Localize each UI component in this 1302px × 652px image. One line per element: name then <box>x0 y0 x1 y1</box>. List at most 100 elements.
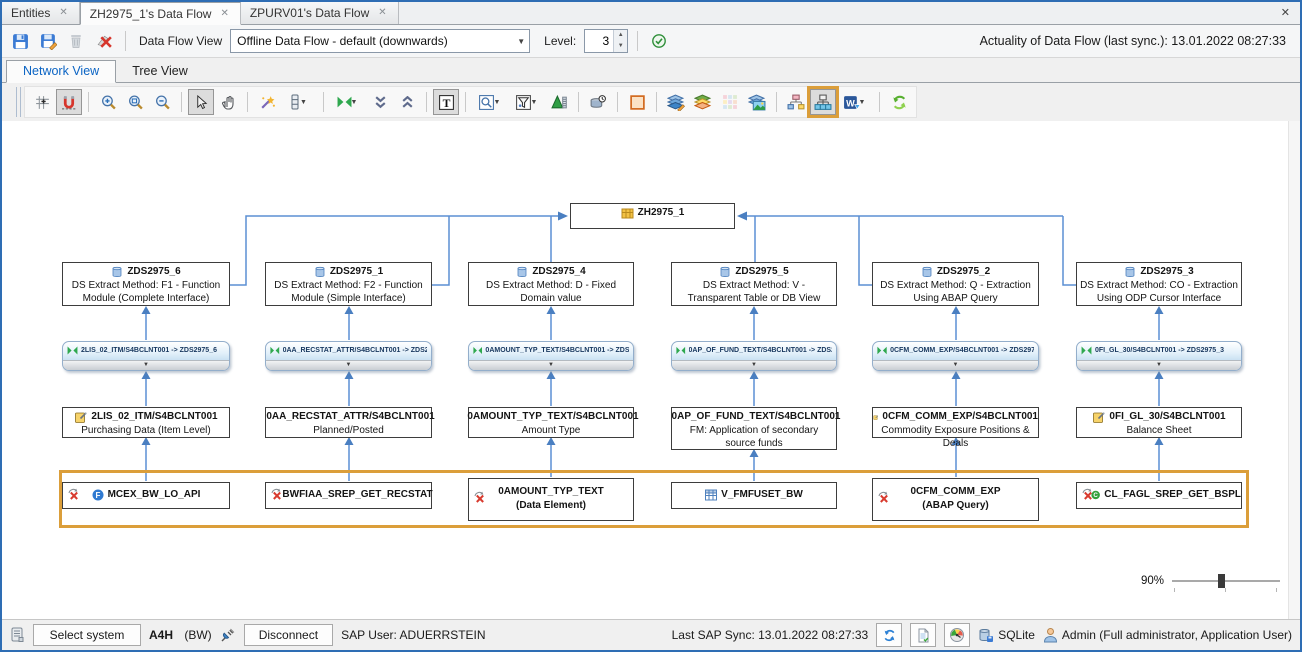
node-mapping-6[interactable]: 0FI_GL_30/S4BCLNT001 -> ZDS2975_3 ▼ <box>1076 341 1242 371</box>
expander-icon: ▼ <box>1077 361 1241 369</box>
mapping-expander[interactable]: ▼ <box>1077 360 1241 370</box>
zoom-in-button[interactable] <box>95 89 121 115</box>
expand-all-button[interactable] <box>367 89 393 115</box>
show-labels-button[interactable]: T <box>433 89 459 115</box>
filter-diagram-button[interactable]: ▼ <box>509 89 545 115</box>
node-origin-v-fmfuset-bw[interactable]: V_FMFUSET_BW <box>671 482 837 509</box>
mapping-expander[interactable]: ▼ <box>873 360 1038 370</box>
background-image-button[interactable] <box>744 89 770 115</box>
select-system-button[interactable]: Select system <box>33 624 141 646</box>
node-mapping-1[interactable]: 2LIS_02_ITM/S4BCLNT001 -> ZDS2975_6 ▼ <box>62 341 230 371</box>
node-datasource-2lis-02-itm[interactable]: 2LIS_02_ITM/S4BCLNT001 Purchasing Data (… <box>62 407 230 438</box>
pan-tool-button[interactable] <box>215 89 241 115</box>
separator <box>88 92 89 112</box>
zoom-control: 90% <box>1141 573 1280 589</box>
sync-log-button[interactable] <box>910 623 936 647</box>
zoom-fit-button[interactable] <box>122 89 148 115</box>
level-spin-buttons[interactable]: ▲ ▼ <box>613 30 627 52</box>
border-color-button[interactable] <box>624 89 650 115</box>
node-datasource-0fi-gl-30[interactable]: 0FI_GL_30/S4BCLNT001 Balance Sheet <box>1076 407 1242 438</box>
clock-check-icon <box>651 33 667 49</box>
data-flow-view-select[interactable]: Offline Data Flow - default (downwards) … <box>230 29 530 53</box>
tab-close-icon[interactable]: ✕ <box>218 8 230 20</box>
node-ds-zds2975-3[interactable]: ZDS2975_3 DS Extract Method: CO - Extrac… <box>1076 262 1242 306</box>
zoom-out-button[interactable] <box>149 89 175 115</box>
delete-button[interactable] <box>64 29 88 53</box>
node-ds-zds2975-6[interactable]: ZDS2975_6 DS Extract Method: F1 - Functi… <box>62 262 230 306</box>
refresh-diagram-button[interactable] <box>886 89 912 115</box>
zoom-slider-handle[interactable] <box>1218 574 1225 588</box>
tab-close-icon[interactable]: ✕ <box>57 7 69 19</box>
tab-tree-view[interactable]: Tree View <box>116 61 204 82</box>
export-word-button[interactable]: W▼ <box>837 89 873 115</box>
level-stepper[interactable]: 3 ▲ ▼ <box>584 29 628 53</box>
search-diagram-button[interactable]: ▼ <box>472 89 508 115</box>
node-title: CL_FAGL_SREP_GET_BSPL <box>1104 488 1241 502</box>
hierarchy-scale-button[interactable] <box>546 89 572 115</box>
select-tool-button[interactable] <box>188 89 214 115</box>
node-infosource-top[interactable]: ZH2975_1 <box>570 203 735 229</box>
bowtie-icon <box>473 346 482 355</box>
layout-options-button[interactable]: ▼ <box>281 89 317 115</box>
dropdown-arrow-icon[interactable]: ▼ <box>513 37 529 46</box>
node-origin-mcex-bw-lo-api[interactable]: FMCEX_BW_LO_API <box>62 482 230 509</box>
node-ds-zds2975-1[interactable]: ZDS2975_1 DS Extract Method: F2 - Functi… <box>265 262 432 306</box>
node-origin-cl-fagl-srep-get-bspl[interactable]: CCL_FAGL_SREP_GET_BSPL <box>1076 482 1242 509</box>
node-mapping-5[interactable]: 0CFM_COMM_EXP/S4BCLNT001 -> ZDS2975_2 ▼ <box>872 341 1039 371</box>
performance-button[interactable] <box>944 623 970 647</box>
cache-settings-button[interactable] <box>585 89 611 115</box>
node-datasource-0ap-of-fund-text[interactable]: 0AP_OF_FUND_TEXT/S4BCLNT001 FM: Applicat… <box>671 407 837 450</box>
sync-status-button[interactable] <box>647 29 671 53</box>
collapse-all-button[interactable] <box>394 89 420 115</box>
save-button[interactable] <box>8 29 32 53</box>
node-origin-0cfm-comm-exp[interactable]: 0CFM_COMM_EXP (ABAP Query) <box>872 478 1039 521</box>
not-synced-icon <box>67 488 81 501</box>
node-datasource-0amount-typ-text[interactable]: 0AMOUNT_TYP_TEXT/S4BCLNT001 Amount Type <box>468 407 634 438</box>
node-ds-zds2975-4[interactable]: ZDS2975_4 DS Extract Method: D - Fixed D… <box>468 262 634 306</box>
node-mapping-3[interactable]: 0AMOUNT_TYP_TEXT/S4BCLNT001 -> ZDS2975_4… <box>468 341 634 371</box>
mapping-expander[interactable]: ▼ <box>266 360 431 370</box>
separator <box>617 92 618 112</box>
toolbar-grip[interactable] <box>16 87 21 117</box>
node-desc: DS Extract Method: F2 - Function Module … <box>266 279 431 305</box>
node-datasource-0cfm-comm-exp[interactable]: 0CFM_COMM_EXP/S4BCLNT001 Commodity Expos… <box>872 407 1039 438</box>
tab-zpurv01-data-flow[interactable]: ZPURV01's Data Flow ✕ <box>241 2 399 24</box>
auto-layout-button[interactable] <box>254 89 280 115</box>
node-datasource-0aa-recstat-attr[interactable]: 0AA_RECSTAT_ATTR/S4BCLNT001 Planned/Post… <box>265 407 432 438</box>
spin-up-icon[interactable]: ▲ <box>614 30 627 41</box>
vertical-scrollbar[interactable] <box>1288 121 1300 619</box>
close-tab-group-icon[interactable]: ✕ <box>1277 5 1294 20</box>
network-diagram-canvas[interactable]: ZH2975_1 ZDS2975_6 DS Extract Method: F1… <box>2 121 1300 619</box>
show-mappings-button[interactable]: ▼ <box>330 89 366 115</box>
zoom-slider[interactable] <box>1172 573 1280 589</box>
tab-network-view[interactable]: Network View <box>6 60 116 83</box>
tab-zh2975-1-data-flow[interactable]: ZH2975_1's Data Flow ✕ <box>80 2 241 25</box>
node-ds-zds2975-2[interactable]: ZDS2975_2 DS Extract Method: Q - Extract… <box>872 262 1039 306</box>
spin-down-icon[interactable]: ▼ <box>614 41 627 52</box>
grid-icon <box>34 94 51 111</box>
snap-to-grid-button[interactable] <box>56 89 82 115</box>
mapping-expander[interactable]: ▼ <box>469 360 633 370</box>
zoom-slider-track[interactable] <box>1172 580 1280 582</box>
save-as-button[interactable] <box>36 29 60 53</box>
org-layout-downwards-button[interactable] <box>810 89 836 115</box>
mapping-expander[interactable]: ▼ <box>672 360 836 370</box>
tab-close-icon[interactable]: ✕ <box>376 7 388 19</box>
node-mapping-2[interactable]: 0AA_RECSTAT_ATTR/S4BCLNT001 -> ZDS2975_1… <box>265 341 432 371</box>
node-title: 0FI_GL_30/S4BCLNT001 <box>1109 410 1225 424</box>
mapping-expander[interactable]: ▼ <box>63 360 229 370</box>
node-ds-zds2975-5[interactable]: ZDS2975_5 DS Extract Method: V - Transpa… <box>671 262 837 306</box>
node-mapping-4[interactable]: 0AP_OF_FUND_TEXT/S4BCLNT001 -> ZDS2975_5… <box>671 341 837 371</box>
org-layout-colored-button[interactable] <box>783 89 809 115</box>
node-origin-0amount-typ-text[interactable]: 0AMOUNT_TYP_TEXT (Data Element) <box>468 478 634 521</box>
tab-entities[interactable]: Entities ✕ <box>2 2 80 24</box>
node-origin-bwfiaa-srep-get-recstat[interactable]: FBWFIAA_SREP_GET_RECSTAT <box>265 482 432 509</box>
edit-layers-button[interactable] <box>663 89 689 115</box>
trash-icon <box>68 33 84 49</box>
disconnect-button[interactable]: Disconnect <box>244 624 333 646</box>
layer-colors-button[interactable] <box>690 89 716 115</box>
discard-changes-button[interactable] <box>92 29 116 53</box>
show-grid-button[interactable] <box>29 89 55 115</box>
color-palette-button[interactable] <box>717 89 743 115</box>
sync-now-button[interactable] <box>876 623 902 647</box>
